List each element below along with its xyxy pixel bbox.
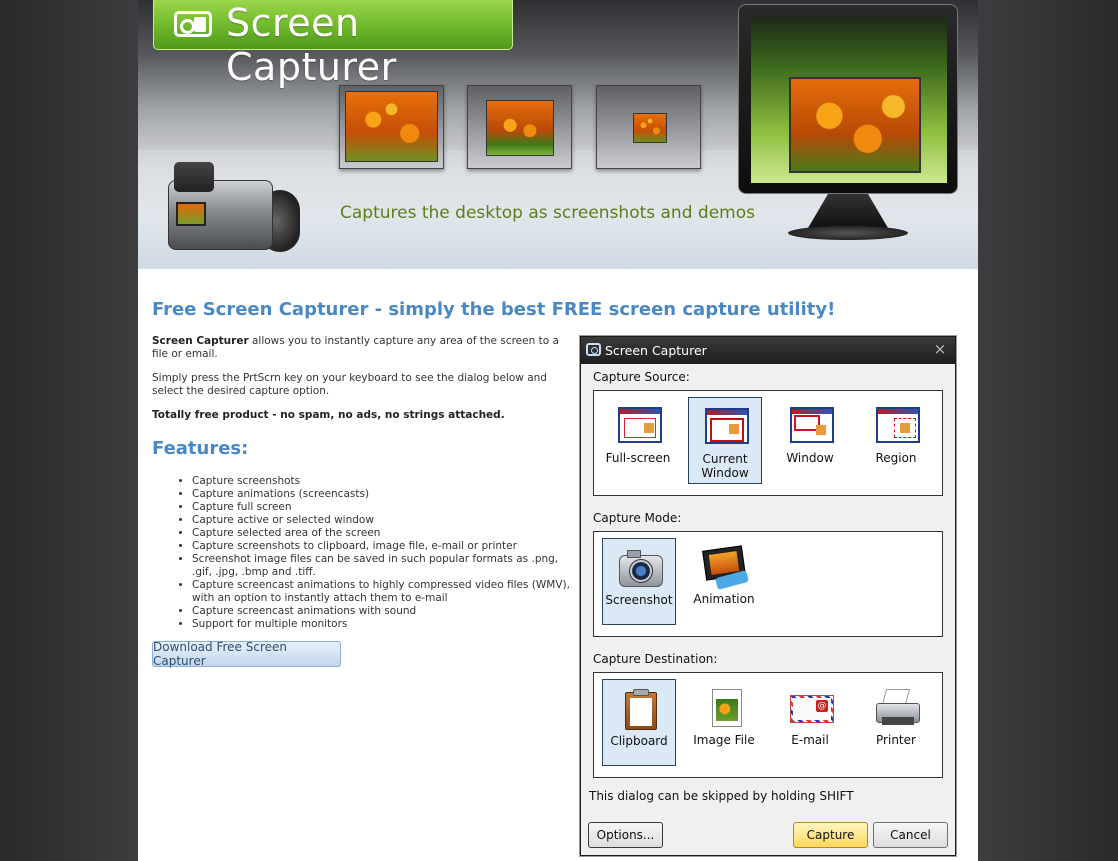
dialog-hint: This dialog can be skipped by holding SH… — [589, 789, 854, 803]
intro-free-note: Totally free product - no spam, no ads, … — [152, 409, 505, 421]
logo[interactable]: Screen Capturer — [153, 0, 513, 89]
close-icon[interactable]: × — [931, 340, 949, 358]
capture-button[interactable]: Capture — [793, 822, 868, 848]
monitor-image — [738, 4, 958, 252]
camera-logo-icon — [174, 11, 212, 37]
dest-clipboard[interactable]: Clipboard — [602, 679, 676, 766]
list-item: Capture selected area of the screen — [192, 527, 572, 540]
thumbnail-region — [596, 85, 701, 169]
features-heading: Features: — [152, 438, 249, 459]
email-icon: @ — [788, 687, 834, 727]
camera-icon — [617, 547, 663, 587]
image-file-icon — [702, 687, 748, 727]
list-item: Capture active or selected window — [192, 514, 572, 527]
cancel-button[interactable]: Cancel — [873, 822, 948, 848]
list-item: Capture screenshots — [192, 475, 572, 488]
capture-mode-group: Screenshot Animation — [593, 531, 943, 637]
page: Screen Capturer Captures the desktop as … — [138, 0, 978, 861]
capture-source-label: Capture Source: — [593, 370, 690, 384]
capture-destination-group: Clipboard Image File @ E-mail Printer — [593, 672, 943, 778]
options-button[interactable]: Options... — [588, 822, 663, 848]
capture-destination-label: Capture Destination: — [593, 652, 718, 666]
source-full-screen[interactable]: Full-screen — [602, 397, 676, 484]
intro-instructions: Simply press the PrtScrn key on your key… — [152, 372, 547, 397]
source-window[interactable]: Window — [774, 397, 848, 484]
thumbnail-full-screen — [339, 85, 444, 169]
dialog-title-bar[interactable]: Screen Capturer × — [581, 337, 955, 364]
current-window-icon — [703, 406, 749, 446]
list-item: Capture screencast animations to highly … — [192, 579, 572, 605]
capture-source-group: Full-screen Current Window Window Region — [593, 390, 943, 496]
page-title: Free Screen Capturer - simply the best F… — [152, 299, 836, 320]
clipboard-icon — [617, 688, 663, 730]
dialog-title: Screen Capturer — [605, 343, 707, 358]
list-item: Capture screenshots to clipboard, image … — [192, 540, 572, 553]
left-background — [0, 0, 138, 861]
banner: Screen Capturer Captures the desktop as … — [138, 0, 978, 269]
right-background — [978, 0, 1118, 861]
capture-mode-label: Capture Mode: — [593, 511, 682, 525]
intro-product-name: Screen Capturer — [152, 335, 249, 347]
list-item: Screenshot image files can be saved in s… — [192, 553, 572, 579]
source-region[interactable]: Region — [860, 397, 934, 484]
list-item: Capture screencast animations with sound — [192, 605, 572, 618]
intro-text: Screen Capturer allows you to instantly … — [152, 335, 572, 433]
window-icon — [788, 405, 834, 445]
dest-image-file[interactable]: Image File — [688, 679, 762, 766]
mode-screenshot[interactable]: Screenshot — [602, 538, 676, 625]
logo-text: Screen Capturer — [226, 1, 397, 89]
film-icon — [702, 545, 750, 590]
list-item: Capture animations (screencasts) — [192, 488, 572, 501]
full-screen-icon — [616, 405, 662, 445]
thumbnail-window — [467, 85, 572, 169]
dest-email[interactable]: @ E-mail — [774, 679, 848, 766]
features-list: Capture screenshots Capture animations (… — [192, 475, 572, 631]
region-icon — [874, 405, 920, 445]
source-current-window[interactable]: Current Window — [688, 397, 762, 484]
download-button[interactable]: Download Free Screen Capturer — [152, 640, 341, 668]
dest-printer[interactable]: Printer — [860, 679, 934, 766]
list-item: Capture full screen — [192, 501, 572, 514]
tagline: Captures the desktop as screenshots and … — [340, 203, 755, 223]
mode-animation[interactable]: Animation — [688, 538, 762, 625]
list-item: Support for multiple monitors — [192, 618, 572, 631]
app-icon — [586, 343, 601, 356]
capture-dialog: Screen Capturer × Capture Source: Full-s… — [580, 336, 956, 856]
printer-icon — [874, 687, 920, 727]
camera-image — [160, 160, 300, 260]
